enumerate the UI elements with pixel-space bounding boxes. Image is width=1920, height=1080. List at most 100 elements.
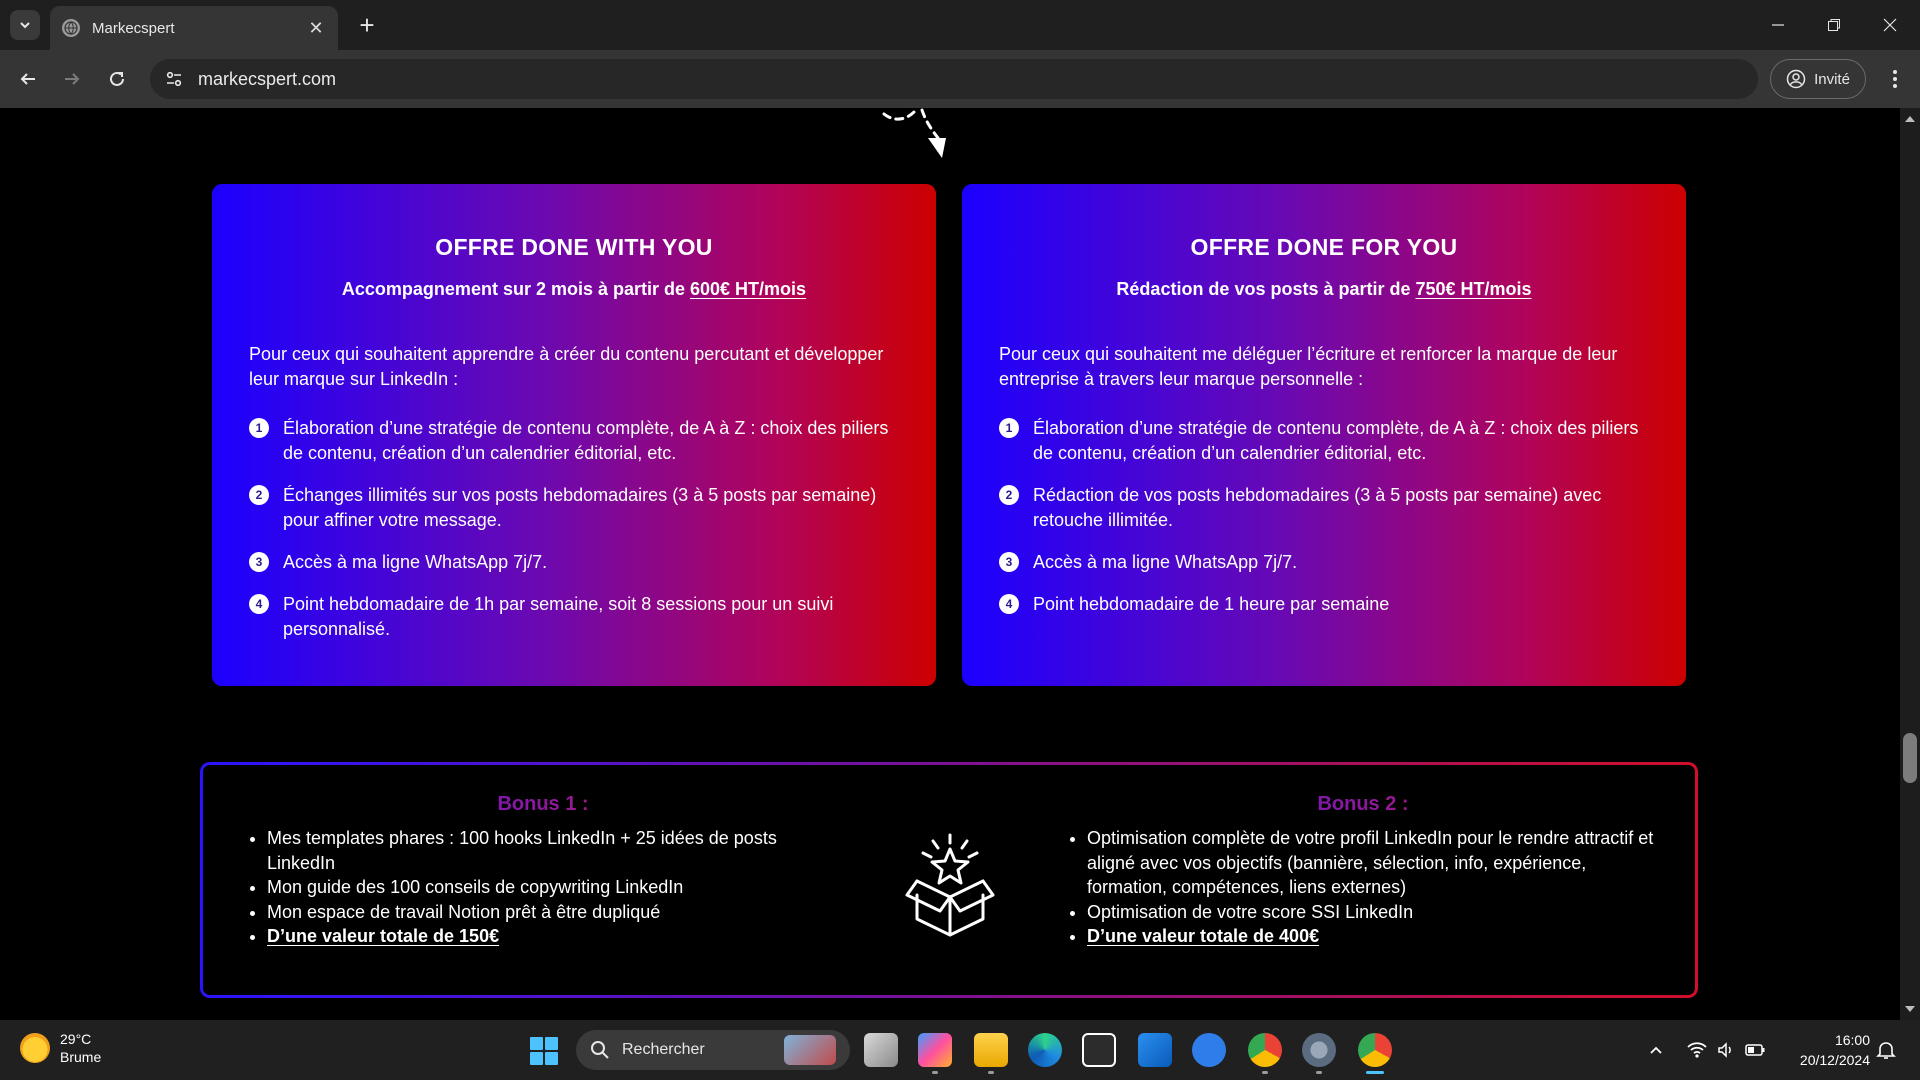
wifi-icon[interactable]	[1686, 1040, 1708, 1060]
offer-feature: 2 Rédaction de vos posts hebdomadaires (3…	[999, 483, 1649, 533]
bonus-item: Optimisation complète de votre profil Li…	[1087, 826, 1663, 900]
copilot-icon[interactable]	[918, 1033, 952, 1074]
task-view-icon[interactable]	[864, 1033, 898, 1067]
scroll-up-arrow-icon[interactable]	[1905, 116, 1915, 122]
chevron-up-icon[interactable]	[1648, 1042, 1664, 1058]
bonus-value: D’une valeur totale de 400€	[1087, 924, 1663, 949]
scroll-down-arrow-icon[interactable]	[1905, 1006, 1915, 1012]
offer-feature: 3 Accès à ma ligne WhatsApp 7j/7.	[249, 550, 899, 575]
bonus-list: Optimisation complète de votre profil Li…	[1063, 826, 1663, 949]
chrome-icon[interactable]	[1358, 1033, 1392, 1074]
close-window-button[interactable]	[1862, 0, 1918, 50]
page-scrollbar[interactable]	[1900, 108, 1920, 1020]
forward-button[interactable]	[57, 64, 87, 94]
offer-feature-text: Rédaction de vos posts hebdomadaires (3 …	[1033, 485, 1602, 530]
weather-temperature: 29°C	[60, 1031, 92, 1047]
offer-feature-text: Point hebdomadaire de 1h par semaine, so…	[283, 594, 834, 639]
bonus-title: Bonus 1 :	[243, 793, 843, 816]
offer-feature-text: Accès à ma ligne WhatsApp 7j/7.	[283, 552, 548, 572]
app-store-icon[interactable]	[1192, 1033, 1226, 1067]
browser-tab-bar: Markecspert ✕ +	[0, 0, 1920, 50]
offer-price: 600€ HT/mois	[690, 279, 807, 299]
notification-bell-icon[interactable]	[1874, 1038, 1898, 1062]
windows-logo-icon	[530, 1037, 543, 1050]
chrome-profile-icon[interactable]	[1248, 1033, 1282, 1074]
search-placeholder: Rechercher	[622, 1041, 705, 1058]
offer-feature: 4 Point hebdomadaire de 1h par semaine, s…	[249, 592, 899, 642]
chevron-down-icon	[20, 22, 30, 29]
address-bar[interactable]: markecspert.com	[150, 59, 1758, 99]
arrow-left-icon	[20, 73, 35, 85]
offer-feature-text: Accès à ma ligne WhatsApp 7j/7.	[1033, 552, 1298, 572]
offer-subtitle-text: Accompagnement sur 2 mois à partir de	[341, 279, 691, 299]
arrow-right-icon	[65, 73, 80, 85]
bonus-value: D’une valeur totale de 150€	[267, 924, 843, 949]
clock-time: 16:00	[1834, 1032, 1870, 1048]
weather-description: Brume	[60, 1049, 102, 1065]
browser-toolbar: markecspert.com Invité	[0, 50, 1920, 108]
clock-date: 20/12/2024	[1799, 1052, 1870, 1068]
minimize-window-button[interactable]	[1750, 0, 1806, 50]
start-button[interactable]	[530, 1037, 558, 1065]
offer-title: OFFRE DONE FOR YOU	[1190, 234, 1458, 260]
offer-feature: 1 Élaboration d’une stratégie de contenu …	[249, 416, 899, 466]
edge-icon[interactable]	[1028, 1033, 1062, 1067]
windows-logo-icon-part	[545, 1037, 558, 1050]
offer-feature-list: 1 Élaboration d’une stratégie de contenu …	[999, 416, 1649, 617]
settings-icon[interactable]	[1302, 1033, 1336, 1074]
offer-subtitle: Rédaction de vos posts à partir de 750€ …	[999, 279, 1649, 300]
offer-feature-text: Point hebdomadaire de 1 heure par semain…	[1033, 594, 1390, 614]
system-clock[interactable]: 16:00 20/12/2024	[1780, 1030, 1870, 1070]
page-viewport: OFFRE DONE WITH YOU Accompagnement sur 2…	[0, 108, 1900, 1020]
weather-haze-icon	[20, 1033, 50, 1063]
dashed-arrow-icon	[882, 108, 946, 158]
bonus-list: Mes templates phares : 100 hooks LinkedI…	[243, 826, 843, 949]
number-badge-icon: 2	[249, 485, 269, 505]
search-highlight-image	[784, 1035, 836, 1065]
offer-feature: 2 Échanges illimités sur vos posts hebdom…	[249, 483, 899, 533]
more-vertical-icon	[1893, 70, 1897, 88]
bonus-item: Mon guide des 100 conseils de copywritin…	[267, 875, 843, 900]
number-badge-icon: 1	[999, 418, 1019, 438]
reload-button[interactable]	[102, 64, 132, 94]
tab-title: Markecspert	[92, 19, 175, 37]
reload-icon	[110, 71, 124, 86]
bonus-2: Bonus 2 : Optimisation complète de votre…	[1063, 765, 1663, 949]
microsoft-store-icon[interactable]	[1082, 1033, 1116, 1067]
battery-icon[interactable]	[1744, 1040, 1766, 1060]
taskbar-search[interactable]: Rechercher	[576, 1030, 850, 1070]
weather-widget[interactable]: 29°C Brume	[20, 1030, 101, 1066]
weather-text: 29°C Brume	[60, 1030, 101, 1066]
offer-feature-text: Élaboration d’une stratégie de contenu c…	[1033, 418, 1639, 463]
windows-logo-icon-part	[545, 1052, 558, 1065]
search-icon	[591, 1041, 609, 1059]
scrollbar-thumb[interactable]	[1903, 733, 1917, 783]
offer-subtitle-text: Rédaction de vos posts à partir de	[1116, 279, 1416, 299]
number-badge-icon: 3	[249, 552, 269, 572]
file-explorer-icon[interactable]	[974, 1033, 1008, 1074]
back-button[interactable]	[13, 64, 43, 94]
profile-label: Invité	[1814, 70, 1850, 88]
new-tab-button[interactable]: +	[352, 10, 382, 40]
site-info-icon[interactable]	[164, 69, 184, 89]
offer-card-done-for-you: OFFRE DONE FOR YOU Rédaction de vos post…	[962, 184, 1686, 686]
user-icon	[1786, 69, 1806, 89]
outlook-icon[interactable]	[1138, 1033, 1172, 1067]
offer-feature: 4 Point hebdomadaire de 1 heure par semai…	[999, 592, 1649, 617]
minimize-icon	[1772, 24, 1784, 26]
close-icon	[1883, 18, 1897, 32]
browser-menu-button[interactable]	[1880, 64, 1910, 94]
bonus-item: Mon espace de travail Notion prêt à être…	[267, 900, 843, 925]
tab-search-button[interactable]	[10, 10, 40, 40]
number-badge-icon: 2	[999, 485, 1019, 505]
profile-button[interactable]: Invité	[1770, 59, 1866, 99]
offer-intro: Pour ceux qui souhaitent me déléguer l’é…	[999, 344, 1618, 389]
offer-price: 750€ HT/mois	[1415, 279, 1532, 299]
restore-icon	[1828, 19, 1840, 31]
offer-intro: Pour ceux qui souhaitent apprendre à cré…	[249, 344, 884, 389]
restore-window-button[interactable]	[1806, 0, 1862, 50]
tab-close-icon[interactable]: ✕	[306, 18, 326, 38]
volume-icon[interactable]	[1716, 1040, 1736, 1060]
browser-tab-active[interactable]: Markecspert ✕	[50, 6, 338, 50]
bonus-section: Bonus 1 : Mes templates phares : 100 hoo…	[200, 762, 1698, 998]
